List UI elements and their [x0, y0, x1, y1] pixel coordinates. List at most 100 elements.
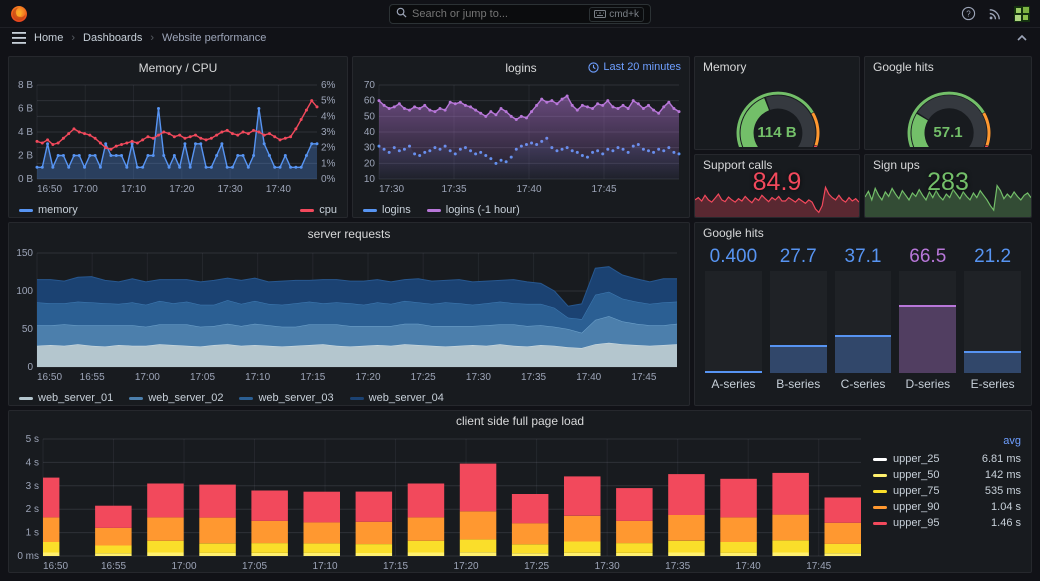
svg-text:17:00: 17:00: [172, 561, 197, 572]
legend-item-web-server-01[interactable]: web_server_01: [19, 392, 113, 404]
panel-title[interactable]: Google hits: [695, 223, 1031, 243]
svg-text:16:50: 16:50: [37, 372, 62, 383]
svg-text:16:50: 16:50: [37, 184, 62, 195]
global-search[interactable]: cmd+k: [389, 4, 651, 24]
svg-text:1%: 1%: [321, 158, 336, 169]
news-rss-icon[interactable]: [988, 7, 1002, 21]
panel-page-load: client side full page load 5 s 4 s 3 s 2 s 1…: [8, 410, 1032, 573]
breadcrumb-dashboards[interactable]: Dashboards: [83, 32, 142, 44]
page-load-chart[interactable]: 5 s 4 s 3 s 2 s 1 s 0 ms 16:50 16:55 17:00 17:05 1…: [9, 431, 865, 572]
keyboard-icon: [594, 10, 607, 18]
legend-avg-header[interactable]: avg: [873, 435, 1021, 451]
svg-text:17:35: 17:35: [665, 561, 690, 572]
legend-item-upper-75[interactable]: upper_75 535 ms: [873, 483, 1021, 499]
svg-text:17:00: 17:00: [135, 372, 160, 383]
svg-text:17:45: 17:45: [806, 561, 831, 572]
legend-value: 6.81 ms: [981, 453, 1021, 465]
shortcut-badge: cmd+k: [589, 6, 644, 22]
server-requests-chart[interactable]: 150 100 50 0 16:50 16:55 17:00 17:05 17:10 17:15 1…: [9, 245, 689, 383]
cpu-swatch: [300, 208, 315, 212]
bar-value: 27.7: [779, 246, 817, 267]
bar-track: [964, 271, 1021, 373]
stat-value: 283: [927, 168, 969, 196]
memory-cpu-chart[interactable]: 8 B 6 B 4 B 2 B 0 B 6% 5% 4% 3% 2% 1% 0% 16:50 17:00 1…: [9, 79, 347, 195]
breadcrumb-current: Website performance: [162, 32, 267, 44]
logins-swatch: [363, 208, 377, 212]
logins-1h-swatch: [426, 208, 441, 212]
legend-label: cpu: [319, 204, 337, 216]
bar-label: B-series: [776, 377, 821, 391]
chevron-up-icon[interactable]: [1016, 34, 1028, 42]
svg-text:0 B: 0 B: [18, 174, 33, 185]
svg-text:5 s: 5 s: [26, 434, 39, 445]
menu-hamburger-icon[interactable]: [12, 32, 26, 44]
legend-item-upper-90[interactable]: upper_90 1.04 s: [873, 499, 1021, 515]
legend-item-upper-50[interactable]: upper_50 142 ms: [873, 467, 1021, 483]
panel-title[interactable]: Memory / CPU: [9, 57, 347, 79]
svg-text:17:40: 17:40: [736, 561, 761, 572]
svg-text:17:05: 17:05: [242, 561, 267, 572]
legend-item-upper-25[interactable]: upper_25 6.81 ms: [873, 451, 1021, 467]
svg-text:?: ?: [966, 9, 971, 18]
breadcrumb-home[interactable]: Home: [34, 32, 63, 44]
legend-label: upper_90: [893, 501, 940, 513]
panel-title[interactable]: server requests: [9, 223, 689, 245]
bar-fill: [705, 371, 762, 373]
svg-text:50: 50: [22, 324, 34, 335]
logins-chart[interactable]: 70 60 50 40 30 20 1017:30 17:35 17:40 17:45: [353, 79, 689, 195]
bar-gauge-columns[interactable]: 0.400 A-series 27.7 B-series 37.1 C-series 66.…: [695, 243, 1031, 399]
svg-text:1 s: 1 s: [26, 528, 39, 539]
svg-text:100: 100: [16, 286, 33, 297]
upper-25-swatch: [873, 457, 887, 461]
svg-text:2 B: 2 B: [18, 151, 33, 162]
bar-label: D-series: [905, 377, 951, 391]
bar-column-C-series[interactable]: 37.1 C-series: [834, 245, 892, 393]
panel-google-hits-gauge: Google hits 57.1: [864, 56, 1032, 150]
legend-item-logins[interactable]: logins: [363, 204, 411, 216]
svg-text:17:35: 17:35: [441, 184, 466, 195]
legend-item-memory[interactable]: memory: [19, 204, 78, 216]
time-range-picker[interactable]: Last 20 minutes: [588, 61, 681, 73]
bar-column-E-series[interactable]: 21.2 E-series: [964, 245, 1021, 393]
bar-value: 21.2: [974, 246, 1012, 267]
bar-track: [834, 271, 892, 373]
bar-column-A-series[interactable]: 0.400 A-series: [705, 245, 762, 393]
search-input[interactable]: [412, 8, 585, 20]
svg-text:17:40: 17:40: [266, 184, 291, 195]
user-avatar[interactable]: [1014, 5, 1030, 22]
bar-column-B-series[interactable]: 27.7 B-series: [769, 245, 827, 393]
svg-text:6 B: 6 B: [18, 104, 33, 115]
svg-text:17:25: 17:25: [411, 372, 436, 383]
bar-column-D-series[interactable]: 66.5 D-series: [899, 245, 957, 393]
grafana-logo-icon[interactable]: [10, 5, 28, 23]
legend-item-logins-1h[interactable]: logins (-1 hour): [426, 204, 520, 216]
gauge-value: 114 B: [757, 124, 797, 141]
stat-value: 84.9: [752, 168, 802, 196]
legend-label: upper_50: [893, 469, 940, 481]
legend-item-web-server-04[interactable]: web_server_04: [349, 392, 444, 404]
help-icon[interactable]: ?: [961, 6, 976, 21]
legend-item-upper-95[interactable]: upper_95 1.46 s: [873, 515, 1021, 531]
svg-text:17:20: 17:20: [355, 372, 380, 383]
legend-label: upper_25: [893, 453, 940, 465]
legend-item-web-server-03[interactable]: web_server_03: [239, 392, 334, 404]
svg-text:17:30: 17:30: [218, 184, 243, 195]
time-range-label: Last 20 minutes: [603, 61, 681, 73]
legend-label: upper_75: [893, 485, 940, 497]
svg-text:30: 30: [364, 143, 376, 154]
panel-title[interactable]: Google hits: [865, 57, 1031, 77]
gauge-value: 57.1: [933, 124, 963, 141]
dashboard-canvas: Memory / CPU 8 B 6 B 4 B 2 B 0 B 6% 5% 4% 3% 2% 1%…: [0, 48, 1040, 581]
legend-item-cpu[interactable]: cpu: [300, 204, 337, 216]
legend-label: web_server_03: [258, 392, 334, 404]
search-icon: [396, 5, 407, 23]
panel-title[interactable]: Memory: [695, 57, 859, 77]
svg-text:17:20: 17:20: [169, 184, 194, 195]
svg-text:2 s: 2 s: [26, 504, 39, 515]
legend-value: 535 ms: [984, 485, 1021, 497]
bar-fill: [899, 305, 957, 373]
legend-item-web-server-02[interactable]: web_server_02: [129, 392, 223, 404]
svg-text:17:15: 17:15: [300, 372, 325, 383]
bar-value: 37.1: [844, 246, 882, 267]
panel-title[interactable]: client side full page load: [9, 411, 1031, 431]
